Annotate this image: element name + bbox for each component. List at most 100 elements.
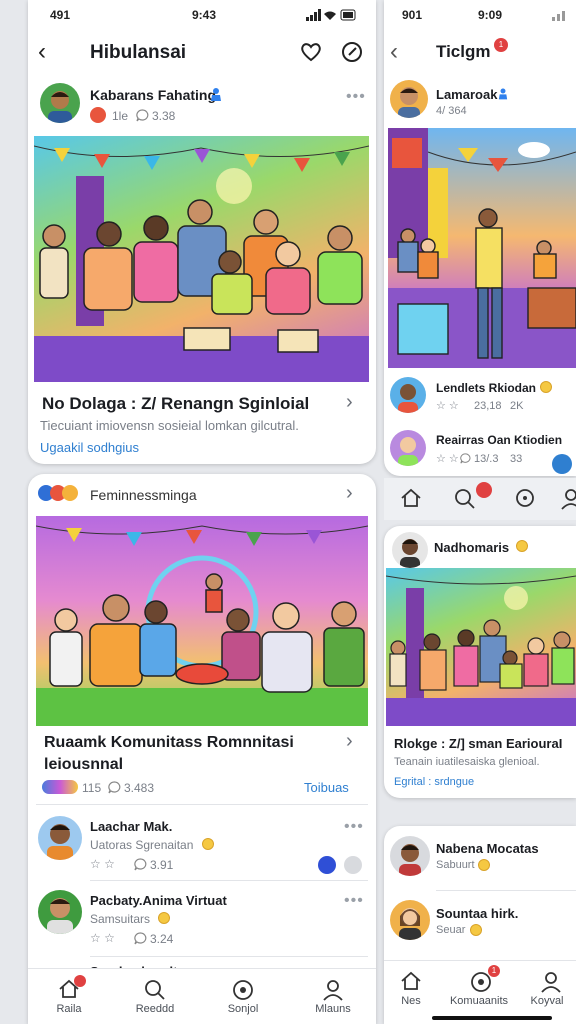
profile-icon[interactable] [322,979,344,1001]
search-icon[interactable] [454,488,476,510]
list-item-name[interactable]: Nabena Mocatas [436,841,539,856]
emoji-icon [202,838,214,850]
avatar[interactable] [390,900,430,940]
toggle-gray-icon[interactable] [344,856,362,874]
verified-icon [211,88,221,101]
star-icon[interactable]: ☆ ☆ [436,399,459,412]
comment-icon[interactable] [134,932,147,945]
location-icon[interactable] [514,488,536,510]
post-link[interactable]: Ugaakil sodhgius [40,440,139,455]
back-icon[interactable]: ‹ [390,38,398,66]
list-item-sub: Uatoras Sgrenaitan [90,838,194,852]
list-item-name[interactable]: Pacbaty.Anima Virtuat [90,893,227,908]
list-item-name[interactable]: Sountaa hirk. [436,906,518,921]
right-card: Nadhomaris Rlokge : Z/] sman EariouraI T… [384,526,576,798]
reaction-count: 115 [82,781,102,795]
right-phone: 901 9:09 ‹ Ticlgm 1 Lamaroak 4/ 364 Lend… [384,0,576,476]
compose-icon[interactable] [341,41,363,63]
post-description: Tiecuiant imiovensn sosieial lomkan gilc… [40,418,299,433]
nav-home[interactable]: Nes [384,995,446,1007]
post-meta-label: 1le [112,109,129,123]
back-icon[interactable]: ‹ [38,38,46,66]
post-image[interactable] [34,136,369,382]
post-description: Teanain iuatilesaiska glenioal. [394,756,540,768]
post-title[interactable]: Ruaamk Komunitass Romnnitasi [44,734,294,752]
group-icon-3 [62,485,78,501]
action-link[interactable]: Toibuas [304,780,349,795]
comment-icon[interactable] [460,453,471,464]
profile-meta: 4/ 364 [436,105,467,117]
post-title-line2[interactable]: leiousnnal [44,756,123,774]
notification-badge: 1 [494,38,508,52]
post-image[interactable] [36,516,368,726]
nav-explore[interactable]: Sonjol [208,1003,278,1015]
list-item-name[interactable]: Lendlets Rkiodan [436,381,536,395]
list-item-count: 3.24 [150,932,174,946]
comment-icon[interactable] [134,858,147,871]
post-author[interactable]: Kabarans Fahating [90,87,216,103]
chevron-right-icon[interactable]: › [346,391,353,414]
divider [90,956,368,957]
nav-profile[interactable]: Koyval [512,995,576,1007]
comment-icon[interactable] [108,781,121,794]
home-icon[interactable] [400,971,422,991]
list-item-sub: Sabuurt [436,859,475,871]
group-name[interactable]: Feminnessminga [90,487,197,503]
avatar[interactable] [40,83,80,123]
avatar[interactable] [390,430,426,466]
post-author[interactable]: Nadhomaris [434,540,509,555]
post-image[interactable] [388,128,576,368]
list-item-sub: Seuar [436,924,466,936]
comment-count: 3.483 [124,781,155,795]
divider [36,804,368,805]
list-item-name[interactable]: Reairras Oan Ktiodien [436,433,562,447]
more-options-icon[interactable]: ••• [344,892,364,910]
nav-community[interactable]: Komuaanits [444,995,514,1007]
community-card: Feminnessminga › Ruaamk Komunitass Romnn… [28,474,376,1024]
explore-icon[interactable] [232,979,254,1001]
nav-profile[interactable]: Mlauns [298,1003,368,1015]
chevron-right-icon[interactable]: › [346,730,353,753]
post-link[interactable]: Egrital : srdngue [394,776,474,788]
profile-icon[interactable] [540,971,562,993]
profile-name[interactable]: Lamaroak [436,87,497,102]
emoji-icon [478,859,490,871]
toggle-blue-icon[interactable] [318,856,336,874]
emoji-icon [158,912,170,924]
comment-icon[interactable] [136,109,149,122]
avatar[interactable] [390,377,426,413]
avatar[interactable] [392,532,428,568]
right-nav-strip [384,478,576,520]
search-icon[interactable] [144,979,166,1001]
list-item-name[interactable]: Laachar Mak. [90,819,172,834]
page-title: Hibulansai [90,42,187,63]
avatar[interactable] [38,816,82,860]
heart-icon[interactable] [300,42,322,62]
bottom-nav: Nes 1 Komuaanits Koyval [384,960,576,1024]
divider [436,890,576,891]
status-time: 9:09 [478,8,503,22]
post-title[interactable]: No Dolaga : Z/ Renangn Sginloial [42,394,309,414]
profile-icon[interactable] [560,488,576,510]
nav-home[interactable]: Raila [34,1003,104,1015]
chevron-right-icon[interactable]: › [346,482,353,505]
left-phone: 491 9:43 ‹ Hibulansai Kabarans Fahating … [28,0,376,464]
post-image[interactable] [386,568,576,726]
star-icon[interactable]: ☆ ☆ [436,452,459,465]
home-icon[interactable] [400,488,422,508]
status-time: 9:43 [192,8,217,22]
nav-search[interactable]: Reeddd [120,1003,190,1015]
bottom-nav: Raila Reeddd Sonjol Mlauns [28,968,376,1024]
list-item-count: 23,18 [474,400,502,412]
more-options-icon[interactable]: ••• [346,88,366,106]
more-options-icon[interactable]: ••• [344,818,364,836]
post-title[interactable]: Rlokge : Z/] sman EariouraI [394,736,562,751]
avatar[interactable] [390,80,428,118]
avatar[interactable] [38,890,82,934]
avatar[interactable] [390,836,430,876]
reaction-icons [42,780,78,794]
star-icon[interactable]: ☆ ☆ [90,857,115,871]
star-icon[interactable]: ☆ ☆ [90,931,115,945]
right-mini-list: Nabena Mocatas Sabuurt Sountaa hirk. Seu… [384,826,576,1024]
activity-icon[interactable] [552,454,572,474]
